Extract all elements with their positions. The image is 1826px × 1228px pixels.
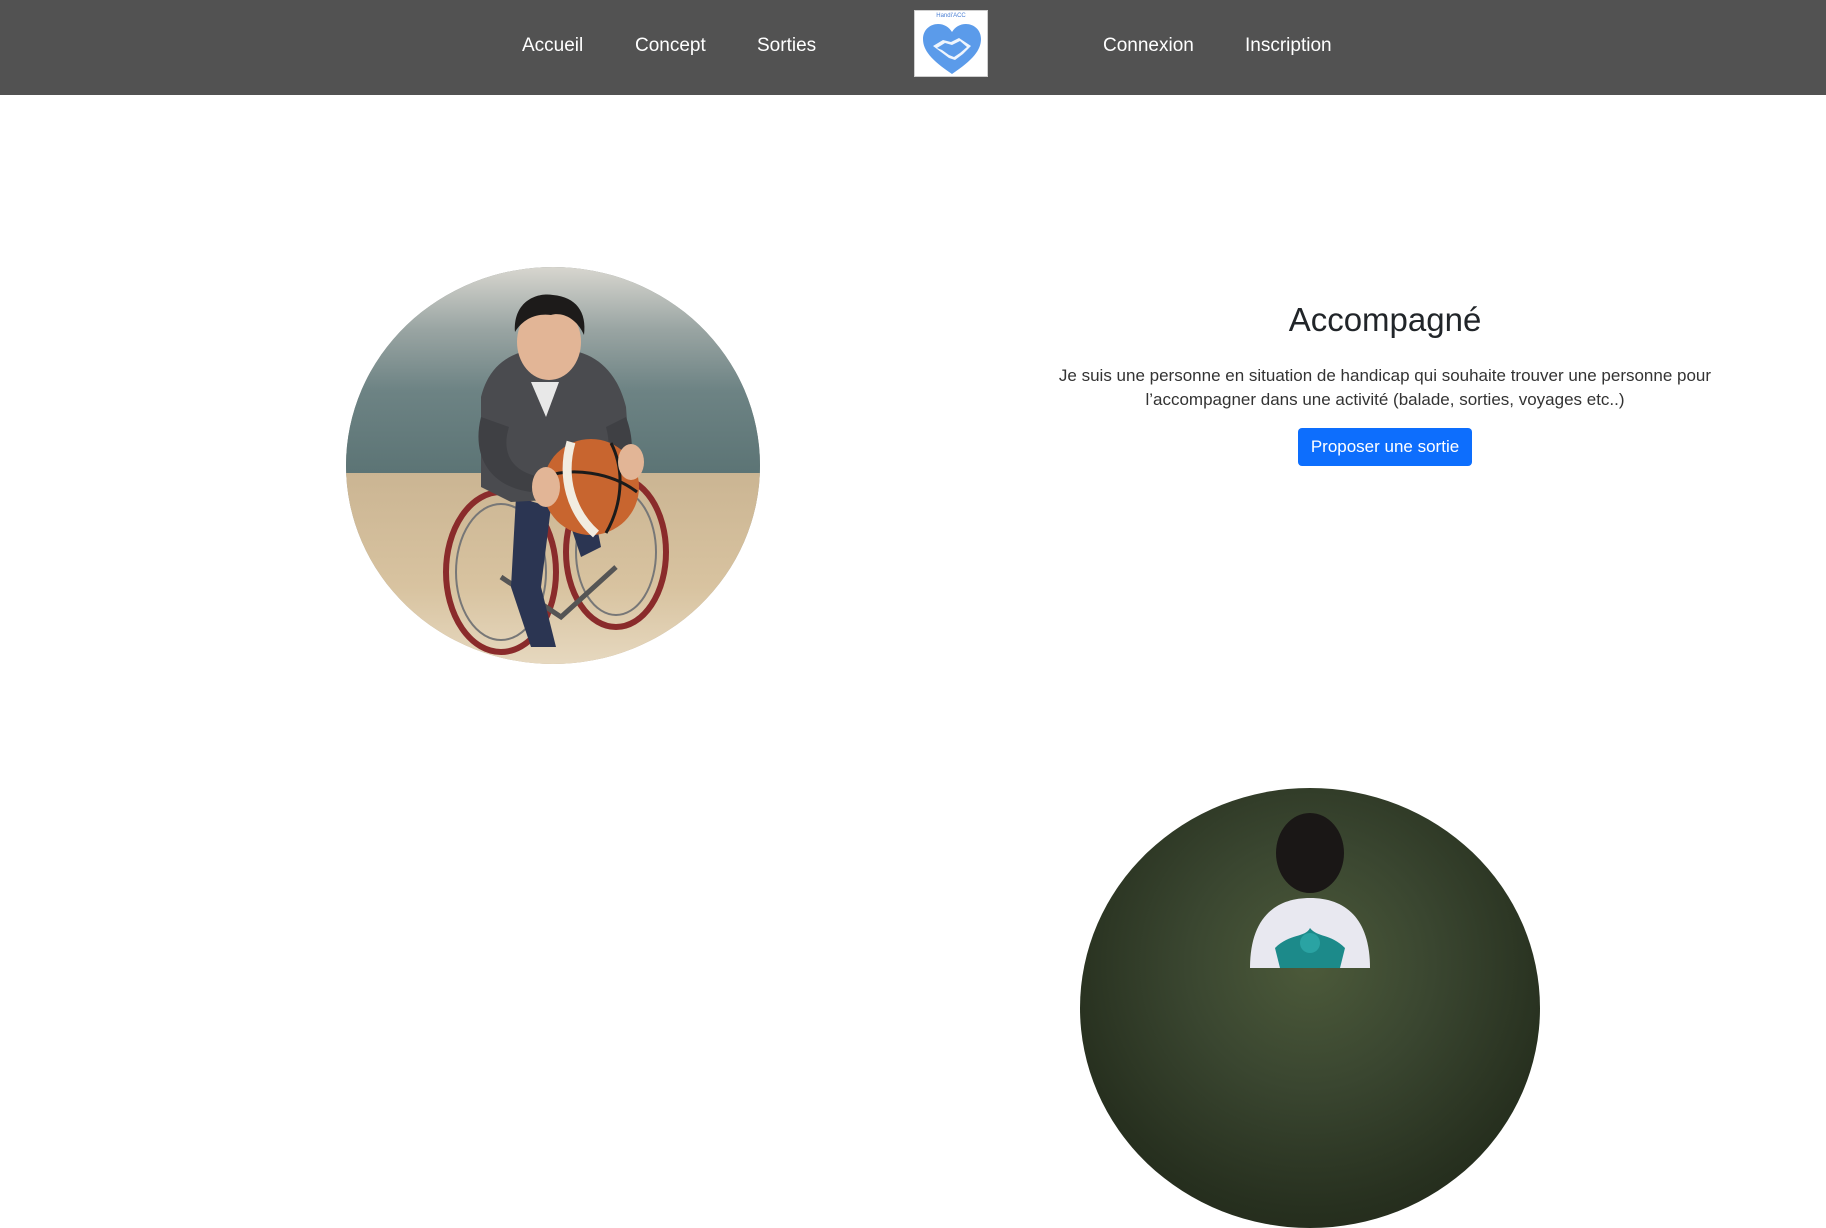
photo-person-back-view: [1080, 788, 1540, 1228]
nav-link-sorties[interactable]: Sorties: [757, 34, 816, 58]
photo-wheelchair-basketball: [346, 267, 760, 664]
section-description: Je suis une personne en situation de han…: [1058, 366, 1712, 409]
top-navbar: Accueil Concept Sorties Handi'ACC Connex…: [0, 0, 1826, 95]
heart-handshake-icon: [923, 24, 981, 74]
nav-link-connexion[interactable]: Connexion: [1103, 34, 1194, 58]
logo-text: Handi'ACC: [936, 13, 966, 19]
propose-outing-button[interactable]: Proposer une sortie: [1297, 428, 1473, 466]
nav-link-inscription[interactable]: Inscription: [1245, 34, 1332, 58]
accompagne-section: Accompagné Je suis une personne en situa…: [1040, 300, 1730, 466]
section-title: Accompagné: [1288, 301, 1482, 338]
nav-link-concept[interactable]: Concept: [635, 34, 706, 58]
nav-link-accueil[interactable]: Accueil: [522, 34, 583, 58]
site-logo[interactable]: Handi'ACC: [914, 10, 988, 77]
